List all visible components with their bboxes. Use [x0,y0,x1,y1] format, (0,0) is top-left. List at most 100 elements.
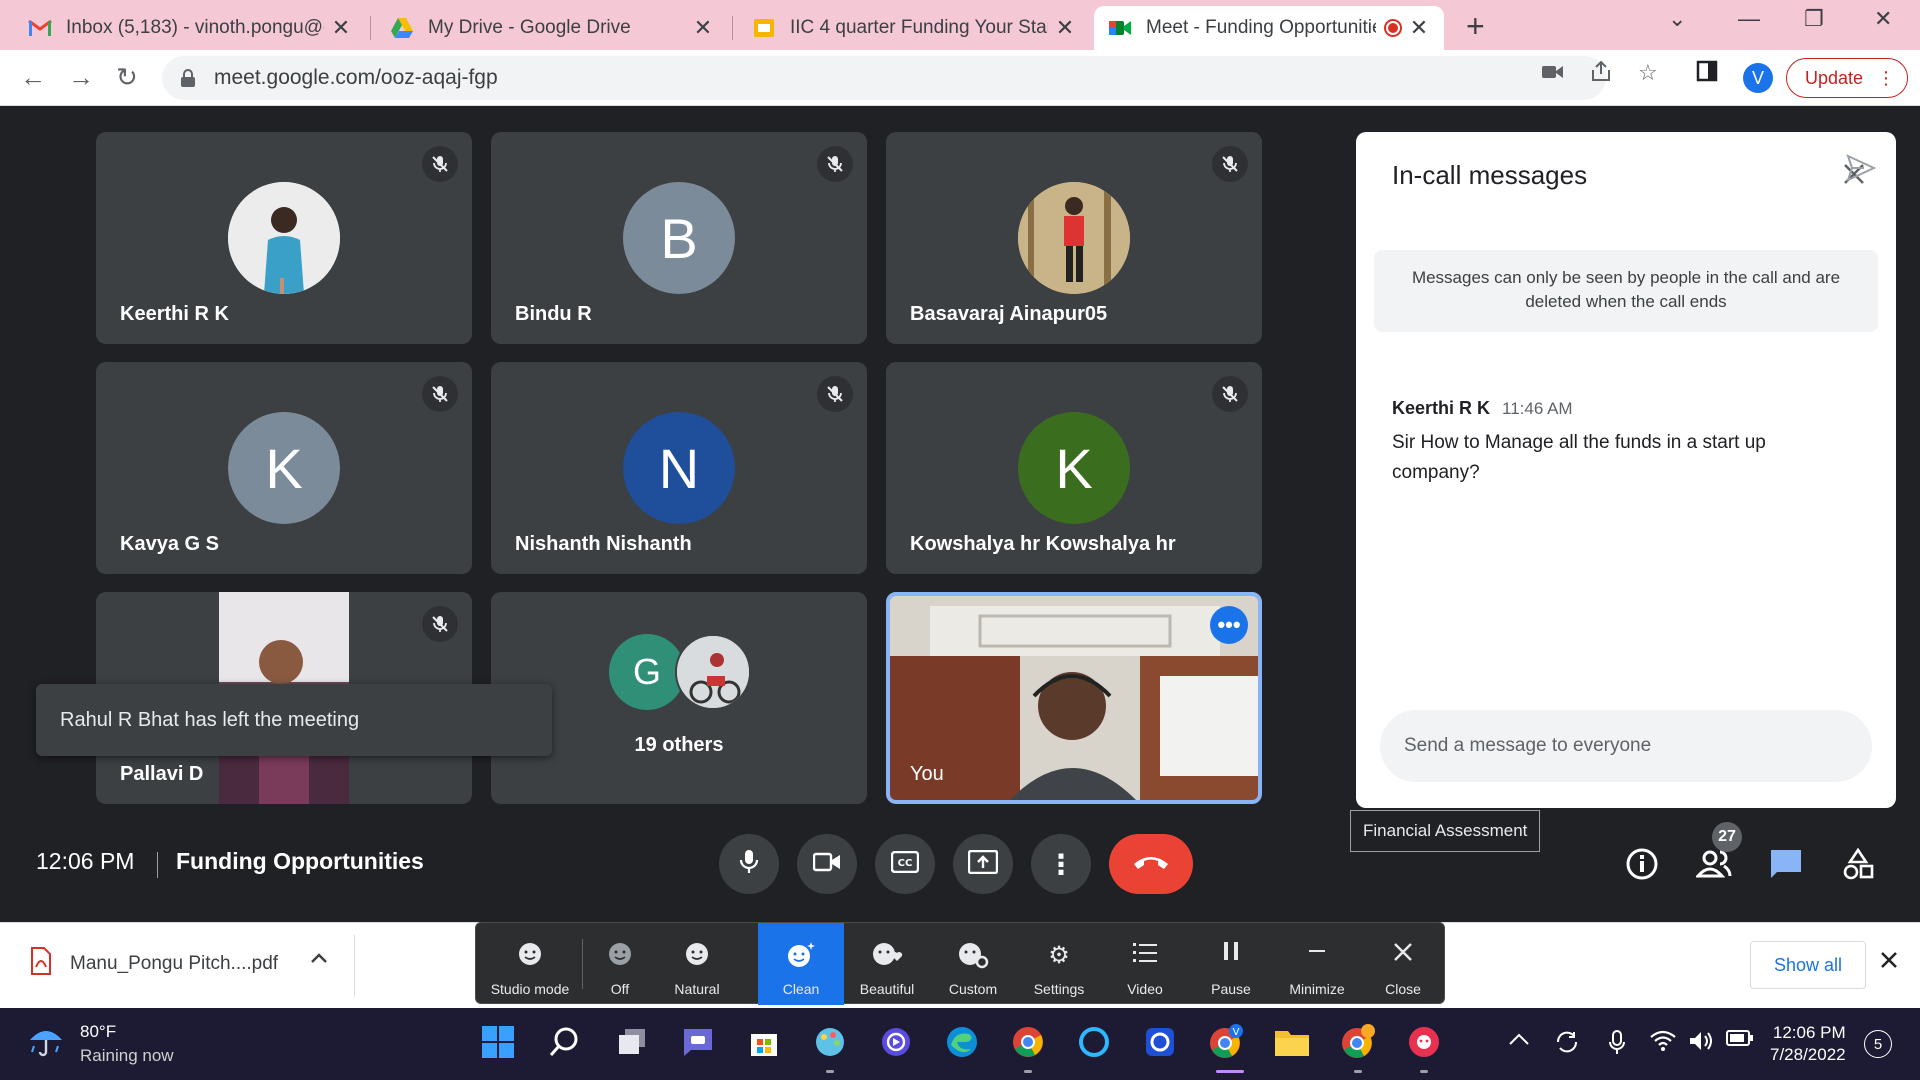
muted-mic-icon [1212,376,1248,412]
forward-icon[interactable]: → [68,62,94,93]
more-actions-button[interactable]: ⋮ [1031,834,1091,894]
chrome-profile-icon[interactable]: V [1206,1022,1246,1062]
participant-tile[interactable]: N Nishanth Nishanth [491,362,867,574]
participant-name: Kavya G S [120,533,219,555]
self-view-tile[interactable]: ••• You [886,592,1262,804]
participant-tile[interactable]: K Kavya G S [96,362,472,574]
toast-text: Rahul R Bhat has left the meeting [60,708,360,731]
tab-slides[interactable]: IIC 4 quarter Funding Your Startup ✕ [738,6,1090,50]
battery-icon[interactable] [1726,1030,1754,1051]
quick-assist-icon[interactable] [1140,1022,1180,1062]
paint-app-icon[interactable] [810,1022,850,1062]
studio-natural-button[interactable]: Natural [654,923,740,1005]
file-explorer-icon[interactable] [1272,1022,1312,1062]
show-all-downloads-button[interactable]: Show all [1750,941,1866,989]
tab-drive[interactable]: My Drive - Google Drive ✕ [376,6,728,50]
studio-item-label: Close [1385,981,1421,997]
camera-button[interactable] [797,834,857,894]
participant-tile[interactable]: K Kowshalya hr Kowshalya hr [886,362,1262,574]
tab-title: Meet - Funding Opportunities [1146,17,1376,38]
close-tab-icon[interactable]: ✕ [1054,15,1076,41]
muted-mic-icon [422,376,458,412]
studio-mode-button[interactable]: Studio mode [480,923,580,1005]
meeting-details-icon[interactable] [1620,842,1664,886]
studio-pause-button[interactable]: Pause [1188,923,1274,1005]
system-clock[interactable]: 12:06 PM 7/28/2022 [1770,1022,1846,1066]
activities-icon[interactable] [1836,842,1880,886]
close-icon [1392,941,1414,966]
face-natural-icon [684,941,710,970]
camera-in-use-icon[interactable] [1542,60,1564,86]
teams-chat-icon[interactable] [678,1022,718,1062]
cortana-icon[interactable] [1074,1022,1114,1062]
show-hidden-icons-icon[interactable] [1508,1030,1530,1051]
studio-item-label: Clean [782,981,820,997]
participant-name: Nishanth Nishanth [515,533,692,555]
chrome-icon[interactable] [1008,1022,1048,1062]
present-screen-button[interactable] [953,834,1013,894]
studio-minimize-button[interactable]: Minimize [1274,923,1360,1005]
clock-date: 7/28/2022 [1770,1045,1846,1064]
studio-beautiful-button[interactable]: Beautiful [844,923,930,1005]
message-author: Keerthi R K [1392,398,1491,418]
studio-item-label: Settings [1033,981,1085,997]
studio-video-button[interactable]: Video [1102,923,1188,1005]
send-icon[interactable] [1846,154,1877,187]
chat-input[interactable]: Send a message to everyone [1380,710,1872,782]
update-button[interactable]: Update ⋮ [1786,58,1908,98]
studio-off-button[interactable]: Off [586,923,654,1005]
close-tab-icon[interactable]: ✕ [330,15,352,41]
microsoft-store-icon[interactable] [744,1022,784,1062]
participant-tile[interactable]: B Bindu R [491,132,867,344]
wifi-icon[interactable] [1650,1030,1676,1057]
download-item[interactable]: Manu_Pongu Pitch....pdf [30,947,278,980]
chrome-user-icon[interactable] [1338,1022,1378,1062]
chat-icon[interactable] [1764,842,1808,886]
notification-center-badge[interactable]: 5 [1864,1030,1892,1058]
close-download-bar-icon[interactable] [1880,951,1898,974]
microphone-tray-icon[interactable] [1608,1030,1626,1061]
tab-title: My Drive - Google Drive [428,17,631,38]
chat-notice: Messages can only be seen by people in t… [1374,250,1878,332]
studio-custom-button[interactable]: Custom [930,923,1016,1005]
volume-icon[interactable] [1688,1030,1714,1057]
close-tab-icon[interactable]: ✕ [692,15,714,41]
chevron-up-icon[interactable] [310,951,328,969]
minimize-window-icon[interactable]: — [1738,6,1760,32]
windows-start-icon[interactable] [478,1022,518,1062]
search-icon[interactable] [544,1022,584,1062]
microphone-button[interactable] [719,834,779,894]
side-panel-icon[interactable] [1696,60,1718,88]
screen-recorder-icon[interactable] [876,1022,916,1062]
participant-tile[interactable]: Keerthi R K [96,132,472,344]
others-photo [675,634,751,710]
studio-settings-button[interactable]: ⚙ Settings [1016,923,1102,1005]
address-bar[interactable]: meet.google.com/ooz-aqaj-fgp [162,56,1606,100]
studio-clean-button[interactable]: Clean [758,923,844,1005]
studio-item-label: Studio mode [490,981,570,997]
leave-call-button[interactable] [1109,834,1193,894]
reload-icon[interactable]: ↻ [116,62,138,93]
participant-tile[interactable]: Basavaraj Ainapur05 [886,132,1262,344]
close-window-icon[interactable]: ✕ [1874,6,1892,32]
new-tab-button[interactable]: + [1466,8,1485,45]
back-icon[interactable]: ← [20,62,46,93]
weather-widget[interactable]: 80°F Raining now [28,1022,174,1066]
profile-avatar[interactable]: V [1743,63,1773,93]
tab-gmail[interactable]: Inbox (5,183) - vinoth.pongu@gmail.com ✕ [14,6,366,50]
more-options-icon[interactable]: ••• [1210,606,1248,644]
sync-icon[interactable] [1554,1030,1580,1059]
share-icon[interactable] [1590,60,1612,88]
edge-browser-icon[interactable] [942,1022,982,1062]
studio-close-button[interactable]: Close [1360,923,1446,1005]
bookmark-star-icon[interactable]: ☆ [1638,60,1658,86]
participant-name: Basavaraj Ainapur05 [910,303,1108,325]
recorder-app-icon[interactable] [1404,1022,1444,1062]
close-tab-icon[interactable]: ✕ [1408,15,1430,41]
captions-button[interactable]: CC [875,834,935,894]
tab-meet[interactable]: Meet - Funding Opportunities ✕ [1094,6,1444,50]
tab-search-icon[interactable]: ⌄ [1668,6,1686,32]
task-view-icon[interactable] [612,1022,652,1062]
restore-window-icon[interactable]: ❐ [1804,6,1824,32]
face-off-icon [607,941,633,970]
